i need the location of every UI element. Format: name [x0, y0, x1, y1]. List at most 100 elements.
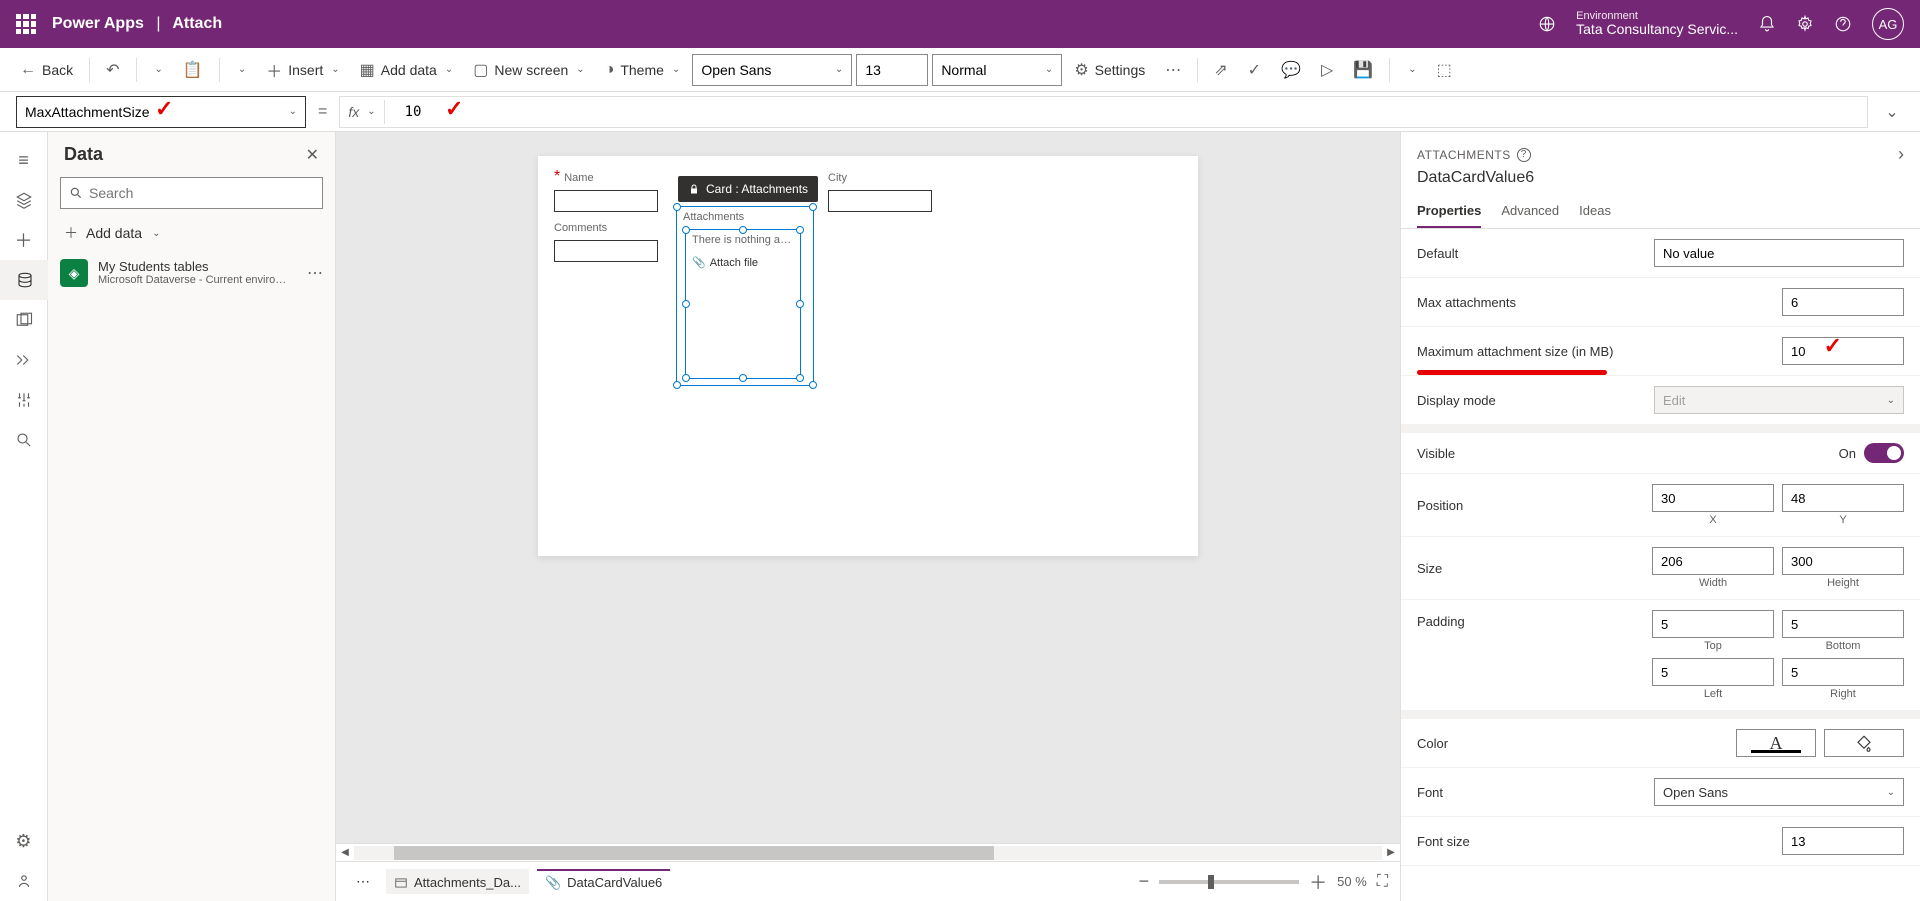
fit-screen-icon[interactable]: ⛶ [1377, 873, 1388, 891]
property-select[interactable]: MaxAttachmentSize⌄ [16, 96, 306, 128]
fill-icon [1855, 734, 1873, 752]
rail-tree-icon[interactable]: ≡ [0, 140, 48, 180]
add-data-link[interactable]: ＋Add data⌄ [48, 217, 335, 249]
attach-file-link[interactable]: 📎 Attach file [686, 250, 800, 275]
formula-input[interactable] [393, 104, 1859, 120]
paste-button[interactable]: 📋 [175, 56, 211, 84]
canvas-area[interactable]: *Name City Comments Card : Attachments [336, 132, 1400, 843]
prop-padbottom-input[interactable] [1782, 610, 1904, 638]
breadcrumb-control[interactable]: 📎 DataCardValue6 [537, 869, 670, 895]
preview-button[interactable]: ▷ [1313, 56, 1341, 84]
prop-y-input[interactable] [1782, 484, 1904, 512]
font-weight-select[interactable]: Normal⌄ [932, 54, 1062, 86]
environment-block[interactable]: Environment Tata Consultancy Servic... [1576, 10, 1738, 37]
prop-maxattach-label: Max attachments [1417, 295, 1516, 310]
undo-chevron[interactable]: ⌄ [145, 60, 171, 79]
fx-label: fx [348, 104, 359, 120]
data-source-item[interactable]: ◈ My Students tables Microsoft Dataverse… [48, 249, 335, 297]
prop-fontsize-input[interactable] [1782, 827, 1904, 855]
save-button[interactable]: 💾 [1345, 56, 1381, 84]
prop-color-label: Color [1417, 736, 1448, 751]
prop-font-select[interactable]: Open Sans⌄ [1654, 778, 1904, 806]
rail-layers-icon[interactable] [0, 180, 48, 220]
zoom-in-icon[interactable]: ＋ [1309, 869, 1327, 895]
checker-button[interactable]: ✓ [1240, 56, 1269, 84]
add-data-button[interactable]: ▦Add data⌄ [352, 56, 462, 84]
card-icon [394, 876, 408, 890]
rail-settings-icon[interactable]: ⚙ [0, 821, 48, 861]
settings-icon[interactable] [1796, 15, 1814, 33]
prop-default-input[interactable] [1654, 239, 1904, 267]
prop-displaymode-select[interactable]: Edit⌄ [1654, 386, 1904, 414]
attachments-control[interactable]: There is nothing atta... 📎 Attach file [685, 229, 801, 379]
attachment-icon: 📎 [692, 256, 706, 269]
prop-padright-input[interactable] [1782, 658, 1904, 686]
rail-insert-icon[interactable]: ＋ [0, 220, 48, 260]
data-search[interactable] [60, 177, 323, 209]
prop-maxattach-input[interactable] [1782, 288, 1904, 316]
app-launcher-icon[interactable] [16, 14, 36, 34]
rail-search-icon[interactable] [0, 420, 48, 460]
prop-padtop-input[interactable] [1652, 610, 1774, 638]
undo-button[interactable]: ↶ [98, 56, 127, 84]
overflow-button[interactable]: ⋯ [1157, 56, 1189, 84]
close-icon[interactable]: ✕ [306, 145, 319, 165]
visible-toggle[interactable] [1864, 443, 1904, 463]
search-input[interactable] [89, 185, 314, 201]
app-screen: *Name City Comments Card : Attachments [538, 156, 1198, 556]
help-icon[interactable] [1834, 15, 1852, 33]
field-attachments-label: Attachments [677, 207, 813, 223]
field-comments-label: Comments [554, 222, 607, 234]
field-name-input[interactable] [554, 190, 658, 212]
control-type-label: ATTACHMENTS ? [1417, 148, 1531, 162]
font-family-select[interactable]: Open Sans⌄ [692, 54, 852, 86]
attachments-datacard[interactable]: Attachments There is nothing atta... [676, 206, 814, 386]
zoom-slider[interactable] [1159, 880, 1299, 884]
publish-button[interactable]: ⬚ [1429, 56, 1460, 84]
footer-more-icon[interactable]: ⋯ [348, 869, 378, 894]
prop-width-input[interactable] [1652, 547, 1774, 575]
avatar[interactable]: AG [1872, 8, 1904, 40]
comments-button[interactable]: 💬 [1273, 56, 1309, 84]
annotation-underline [1417, 370, 1607, 375]
rail-tools-icon[interactable] [0, 380, 48, 420]
theme-button[interactable]: ◑Theme⌄ [597, 57, 689, 83]
tab-properties[interactable]: Properties [1417, 195, 1481, 228]
prop-height-input[interactable] [1782, 547, 1904, 575]
data-source-more-icon[interactable]: ⋯ [307, 259, 323, 283]
prop-maxsize-input[interactable] [1782, 337, 1904, 365]
rail-flows-icon[interactable] [0, 340, 48, 380]
field-comments-input[interactable] [554, 240, 658, 262]
insert-button[interactable]: ＋Insert⌄ [258, 54, 347, 86]
data-panel-title: Data [64, 144, 103, 165]
tab-ideas[interactable]: Ideas [1579, 195, 1611, 228]
search-icon [69, 186, 83, 200]
new-screen-button[interactable]: ▢New screen⌄ [465, 56, 592, 84]
fx-chevron-icon[interactable]: ⌄ [367, 106, 375, 117]
rail-data-icon[interactable] [0, 260, 48, 300]
prop-x-input[interactable] [1652, 484, 1774, 512]
notifications-icon[interactable] [1758, 15, 1776, 33]
settings-button[interactable]: ⚙Settings [1066, 56, 1153, 84]
attachment-icon: 📎 [545, 875, 561, 891]
rail-media-icon[interactable] [0, 300, 48, 340]
field-city-input[interactable] [828, 190, 932, 212]
prop-visible-value: On [1839, 446, 1856, 461]
fill-color-swatch[interactable] [1824, 729, 1904, 757]
back-button[interactable]: ←Back [12, 57, 81, 83]
rail-ask-icon[interactable] [0, 861, 48, 901]
horizontal-scrollbar[interactable]: ◀ ▶ [336, 843, 1400, 861]
tab-advanced[interactable]: Advanced [1501, 195, 1559, 228]
panel-expand-icon[interactable]: › [1898, 144, 1904, 165]
prop-padleft-input[interactable] [1652, 658, 1774, 686]
font-size-input[interactable] [856, 54, 928, 86]
info-icon[interactable]: ? [1517, 148, 1531, 162]
formula-expand-icon[interactable]: ⌄ [1880, 100, 1904, 124]
zoom-out-icon[interactable]: − [1139, 871, 1150, 892]
breadcrumb-card[interactable]: Attachments_Da... [386, 869, 529, 894]
font-color-swatch[interactable]: A [1736, 729, 1816, 757]
save-chevron[interactable]: ⌄ [1398, 60, 1424, 79]
share-button[interactable]: ⇗ [1206, 56, 1235, 84]
equals-label: = [318, 103, 327, 121]
paste-chevron[interactable]: ⌄ [228, 60, 254, 79]
